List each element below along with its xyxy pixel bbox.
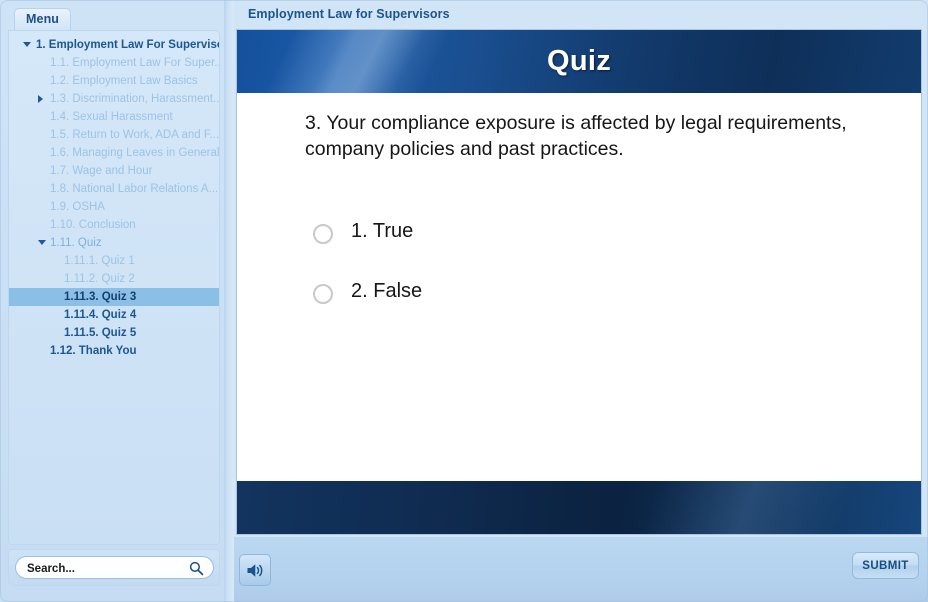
menu-item[interactable]: 1.2. Employment Law Basics: [9, 72, 219, 90]
menu-item[interactable]: 1.10. Conclusion: [9, 216, 219, 234]
quiz-banner: Quiz: [237, 30, 921, 93]
tab-menu[interactable]: Menu: [14, 8, 72, 30]
chevron-down-icon[interactable]: [38, 240, 46, 245]
menu-item[interactable]: 1.11.4. Quiz 4: [9, 306, 219, 324]
menu-panel: 1. Employment Law For Supervisors 1.1. Em…: [8, 30, 220, 545]
menu-item[interactable]: 1.11.5. Quiz 5: [9, 324, 219, 342]
menu-item-label: 1.11.5. Quiz 5: [64, 327, 137, 339]
question-body: 3. Your compliance exposure is affected …: [305, 112, 847, 160]
sidebar: Menu 1. Employment Law For Supervisors 1.…: [0, 0, 232, 602]
menu-item[interactable]: 1.11.2. Quiz 2: [9, 270, 219, 288]
answer-choice[interactable]: 2. False: [313, 280, 813, 342]
menu-item-label: 1.6. Managing Leaves in General: [50, 147, 220, 159]
menu-item-label: 1.10. Conclusion: [50, 219, 136, 231]
menu-item[interactable]: 1. Employment Law For Supervisors: [9, 36, 220, 54]
menu-item-label: 1.11.4. Quiz 4: [64, 309, 137, 321]
menu-item-label: 1.11. Quiz: [50, 237, 102, 249]
control-bar: SUBMIT: [234, 537, 928, 602]
answer-choice[interactable]: 1. True: [313, 220, 813, 282]
menu-item-label: 1.3. Discrimination, Harassment...: [50, 93, 220, 105]
menu-item-label: 1.11.1. Quiz 1: [64, 255, 135, 267]
sidebar-divider: [224, 0, 234, 602]
speaker-volume-icon: [247, 564, 263, 577]
stage: Employment Law for Supervisors Quiz 3. Y…: [234, 0, 928, 602]
menu-list: 1. Employment Law For Supervisors 1.1. Em…: [9, 36, 220, 360]
menu-item-label: 1. Employment Law For Supervisors: [36, 39, 220, 51]
menu-item[interactable]: 1.6. Managing Leaves in General: [9, 144, 220, 162]
menu-item[interactable]: 1.12. Thank You: [9, 342, 219, 360]
menu-item[interactable]: 1.11.3. Quiz 3: [9, 288, 219, 306]
radio-button[interactable]: [313, 284, 333, 304]
menu-item-label: 1.2. Employment Law Basics: [50, 75, 198, 87]
answer-choice-label: 2. False: [351, 280, 423, 302]
sidebar-inner: Menu 1. Employment Law For Supervisors 1.…: [8, 4, 222, 594]
chevron-right-icon[interactable]: [38, 95, 43, 103]
menu-item[interactable]: 1.11.1. Quiz 1: [9, 252, 219, 270]
menu-item[interactable]: 1.7. Wage and Hour: [9, 162, 219, 180]
radio-button[interactable]: [313, 224, 333, 244]
menu-item[interactable]: 1.8. National Labor Relations A...: [9, 180, 219, 198]
question-text: 3. Your compliance exposure is affected …: [305, 110, 865, 162]
search-field[interactable]: [15, 556, 214, 579]
slide-footer-band: [237, 481, 921, 534]
audio-toggle-button[interactable]: [239, 554, 271, 586]
menu-item-label: 1.4. Sexual Harassment: [50, 111, 173, 123]
menu-item-label: 1.9. OSHA: [50, 201, 105, 213]
menu-item-label: 1.1. Employment Law For Super...: [50, 57, 220, 69]
slide: Quiz 3. Your compliance exposure is affe…: [236, 29, 922, 535]
menu-item-label: 1.12. Thank You: [50, 345, 137, 357]
chevron-down-icon[interactable]: [23, 42, 31, 47]
menu-item[interactable]: 1.9. OSHA: [9, 198, 219, 216]
menu-item-label: 1.8. National Labor Relations A...: [50, 183, 219, 195]
quiz-banner-title: Quiz: [546, 45, 612, 77]
menu-item[interactable]: 1.1. Employment Law For Super...: [9, 54, 220, 72]
search-bar: [8, 549, 220, 586]
search-icon[interactable]: [189, 561, 204, 576]
menu-item[interactable]: 1.4. Sexual Harassment: [9, 108, 219, 126]
search-input[interactable]: [27, 560, 177, 577]
menu-item[interactable]: 1.11. Quiz: [9, 234, 219, 252]
course-title: Employment Law for Supervisors: [248, 7, 450, 21]
course-player: Menu 1. Employment Law For Supervisors 1.…: [0, 0, 928, 602]
menu-item-label: 1.7. Wage and Hour: [50, 165, 153, 177]
answer-choice-label: 1. True: [351, 220, 414, 242]
answer-choices: 1. True 2. False: [313, 220, 813, 342]
menu-item[interactable]: 1.5. Return to Work, ADA and F...: [9, 126, 220, 144]
menu-item-label: 1.5. Return to Work, ADA and F...: [50, 129, 220, 141]
submit-button[interactable]: SUBMIT: [852, 552, 919, 579]
menu-item[interactable]: 1.3. Discrimination, Harassment...: [9, 90, 220, 108]
menu-item-label: 1.11.3. Quiz 3: [64, 291, 137, 303]
menu-item-label: 1.11.2. Quiz 2: [64, 273, 135, 285]
